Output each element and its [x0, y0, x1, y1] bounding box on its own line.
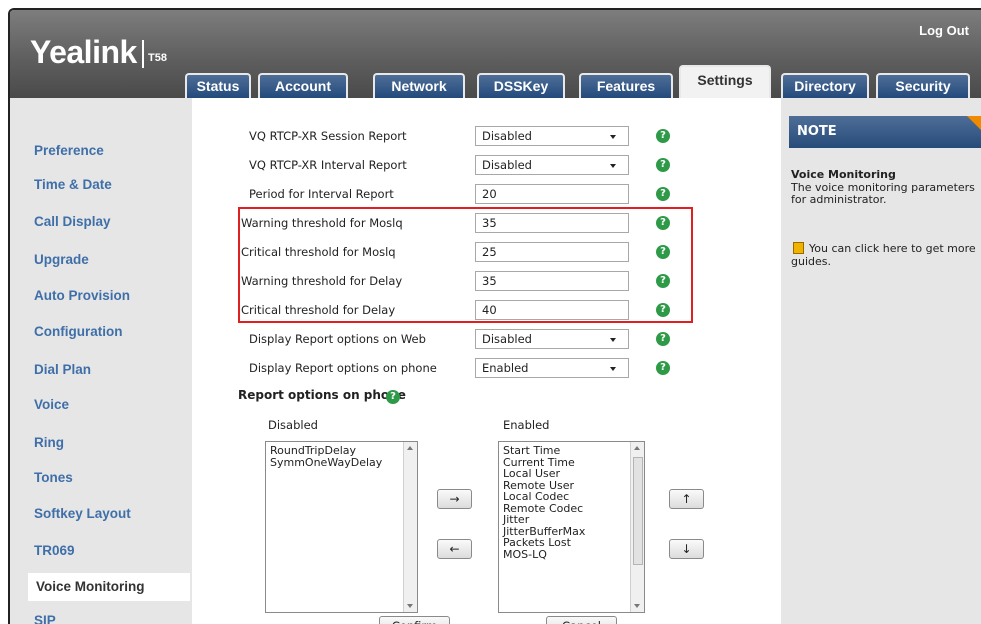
scroll-up-icon: [407, 446, 413, 450]
chevron-down-icon: [610, 135, 616, 139]
disabled-options-list[interactable]: RoundTripDelay SymmOneWayDelay: [265, 441, 418, 613]
help-icon[interactable]: ?: [386, 390, 400, 404]
tab-features[interactable]: Features: [579, 73, 673, 98]
interval-report-label: VQ RTCP-XR Interval Report: [249, 158, 407, 172]
sidebar-item-softkey-layout[interactable]: Softkey Layout: [34, 503, 131, 525]
highlight-box: [238, 207, 693, 323]
report-web-select[interactable]: Disabled: [475, 329, 629, 349]
list-item[interactable]: Start Time: [499, 445, 644, 457]
sidebar-item-preference[interactable]: Preference: [34, 140, 104, 162]
logo-divider: [142, 40, 144, 68]
enabled-list-label: Enabled: [503, 418, 550, 432]
settings-form: VQ RTCP-XR Session Report Disabled ? VQ …: [192, 98, 781, 624]
report-phone-select[interactable]: Enabled: [475, 358, 629, 378]
tab-security[interactable]: Security: [876, 73, 970, 98]
note-corner-icon: [967, 116, 981, 132]
sidebar-item-voice-monitoring[interactable]: Voice Monitoring: [28, 573, 190, 601]
sidebar-item-call-display[interactable]: Call Display: [34, 211, 111, 233]
report-web-label: Display Report options on Web: [249, 332, 426, 346]
list-item[interactable]: MOS-LQ: [499, 548, 644, 561]
sidebar-item-upgrade[interactable]: Upgrade: [34, 249, 89, 271]
session-report-select[interactable]: Disabled: [475, 126, 629, 146]
report-web-value: Disabled: [482, 332, 532, 346]
help-icon[interactable]: ?: [656, 129, 670, 143]
scrollbar[interactable]: [630, 442, 644, 612]
list-item[interactable]: Jitter: [499, 514, 644, 526]
disabled-list-label: Disabled: [268, 418, 318, 432]
confirm-button[interactable]: Confirm: [379, 616, 450, 624]
note-panel: NOTE Voice Monitoring The voice monitori…: [781, 98, 981, 624]
tab-status[interactable]: Status: [185, 73, 251, 98]
guide-link[interactable]: You can click here to get more guides.: [791, 242, 976, 268]
help-icon[interactable]: ?: [656, 187, 670, 201]
chevron-down-icon: [610, 367, 616, 371]
note-heading: NOTE: [789, 116, 981, 148]
enabled-options-list[interactable]: Start Time Current Time Local User Remot…: [498, 441, 645, 613]
sidebar-item-configuration[interactable]: Configuration: [34, 321, 122, 343]
sidebar-item-auto-provision[interactable]: Auto Provision: [34, 285, 130, 307]
list-item[interactable]: Packets Lost: [499, 537, 644, 549]
sidebar-item-tr069[interactable]: TR069: [34, 540, 75, 562]
tab-settings[interactable]: Settings: [679, 65, 771, 99]
interval-period-label: Period for Interval Report: [249, 187, 394, 201]
scrollbar[interactable]: [403, 442, 417, 612]
tab-dsskey[interactable]: DSSKey: [477, 73, 565, 98]
sidebar-item-sip[interactable]: SIP: [34, 610, 56, 624]
list-item[interactable]: Local User: [499, 468, 644, 480]
scroll-down-icon: [407, 604, 413, 608]
tab-directory[interactable]: Directory: [781, 73, 869, 98]
yealink-logo: Yealink: [30, 34, 137, 70]
logout-link[interactable]: Log Out: [919, 23, 969, 38]
interval-report-value: Disabled: [482, 158, 532, 172]
list-item[interactable]: Local Codec: [499, 491, 644, 503]
note-title: Voice Monitoring: [791, 168, 896, 181]
move-down-button[interactable]: ↓: [669, 539, 704, 559]
report-phone-label: Display Report options on phone: [249, 361, 437, 375]
report-options-title: Report options on phone: [238, 388, 406, 402]
scroll-down-icon: [634, 604, 640, 608]
note-description: The voice monitoring parameters for admi…: [791, 181, 975, 206]
chevron-down-icon: [610, 338, 616, 342]
sidebar-item-ring[interactable]: Ring: [34, 432, 64, 454]
list-item[interactable]: SymmOneWayDelay: [266, 456, 417, 469]
chevron-down-icon: [610, 164, 616, 168]
move-left-button[interactable]: ←: [437, 539, 472, 559]
sidebar-item-voice[interactable]: Voice: [34, 394, 69, 416]
model-label: T58: [148, 52, 167, 64]
sidebar-item-time-date[interactable]: Time & Date: [34, 174, 112, 196]
move-up-button[interactable]: ↑: [669, 489, 704, 509]
guide-book-icon: [793, 242, 804, 254]
sidebar-item-dial-plan[interactable]: Dial Plan: [34, 359, 91, 381]
list-item[interactable]: RoundTripDelay: [266, 445, 417, 457]
interval-period-input[interactable]: 20: [475, 184, 629, 204]
move-right-button[interactable]: →: [437, 489, 472, 509]
cancel-button[interactable]: Cancel: [546, 616, 617, 624]
session-report-label: VQ RTCP-XR Session Report: [249, 129, 407, 143]
sidebar: Preference Time & Date Call Display Upgr…: [10, 98, 192, 624]
help-icon[interactable]: ?: [656, 361, 670, 375]
scroll-up-icon: [634, 446, 640, 450]
help-icon[interactable]: ?: [656, 158, 670, 172]
scroll-thumb[interactable]: [633, 457, 643, 565]
report-phone-value: Enabled: [482, 361, 529, 375]
header-bar: Yealink T58 Log Out Status Account Netwo…: [10, 10, 981, 99]
tab-network[interactable]: Network: [373, 73, 465, 98]
help-icon[interactable]: ?: [656, 332, 670, 346]
session-report-value: Disabled: [482, 129, 532, 143]
app-window: Yealink T58 Log Out Status Account Netwo…: [8, 8, 981, 624]
interval-report-select[interactable]: Disabled: [475, 155, 629, 175]
sidebar-item-tones[interactable]: Tones: [34, 467, 73, 489]
tab-account[interactable]: Account: [258, 73, 348, 98]
